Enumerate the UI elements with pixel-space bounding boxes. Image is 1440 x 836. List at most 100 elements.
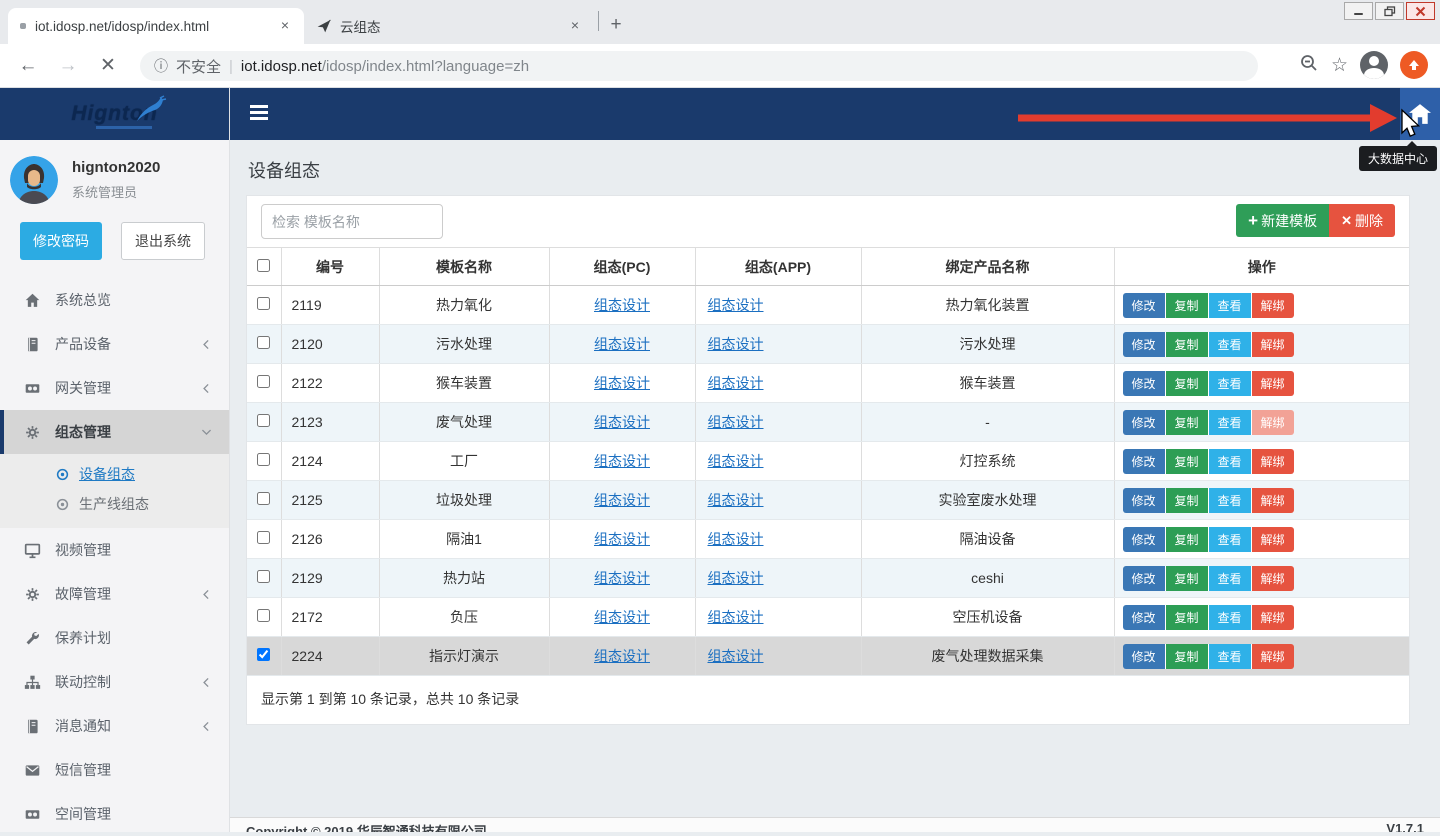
- row-checkbox[interactable]: [257, 609, 270, 622]
- row-checkbox[interactable]: [257, 492, 270, 505]
- row-checkbox[interactable]: [257, 336, 270, 349]
- edit-button[interactable]: 修改: [1123, 332, 1166, 357]
- unbind-button[interactable]: 解绑: [1252, 566, 1294, 591]
- browser-tab-current[interactable]: iot.idosp.net/idosp/index.html ×: [8, 8, 304, 44]
- extension-icon[interactable]: [1400, 51, 1428, 79]
- change-password-button[interactable]: 修改密码: [20, 222, 102, 260]
- edit-button[interactable]: 修改: [1123, 605, 1166, 630]
- sidebar-item-系统总览[interactable]: 系统总览: [0, 278, 229, 322]
- view-button[interactable]: 查看: [1209, 449, 1252, 474]
- edit-button[interactable]: 修改: [1123, 527, 1166, 552]
- edit-button[interactable]: 修改: [1123, 488, 1166, 513]
- pc-config-link[interactable]: 组态设计: [594, 414, 650, 430]
- sidebar-toggle-icon[interactable]: [250, 105, 268, 123]
- copy-button[interactable]: 复制: [1166, 527, 1209, 552]
- app-config-link[interactable]: 组态设计: [708, 609, 764, 625]
- copy-button[interactable]: 复制: [1166, 566, 1209, 591]
- template-search-input[interactable]: [261, 204, 443, 239]
- forward-button[interactable]: →: [56, 54, 80, 78]
- tab-close-icon[interactable]: ×: [276, 17, 294, 35]
- pc-config-link[interactable]: 组态设计: [594, 531, 650, 547]
- app-config-link[interactable]: 组态设计: [708, 375, 764, 391]
- view-button[interactable]: 查看: [1209, 527, 1252, 552]
- app-config-link[interactable]: 组态设计: [708, 453, 764, 469]
- submenu-item-生产线组态[interactable]: 生产线组态: [0, 489, 229, 519]
- edit-button[interactable]: 修改: [1123, 449, 1166, 474]
- copy-button[interactable]: 复制: [1166, 605, 1209, 630]
- sidebar-item-网关管理[interactable]: 网关管理: [0, 366, 229, 410]
- sidebar-item-故障管理[interactable]: 故障管理: [0, 572, 229, 616]
- window-restore-button[interactable]: [1375, 2, 1404, 20]
- window-minimize-button[interactable]: [1344, 2, 1373, 20]
- app-config-link[interactable]: 组态设计: [708, 336, 764, 352]
- view-button[interactable]: 查看: [1209, 371, 1252, 396]
- row-checkbox[interactable]: [257, 648, 270, 661]
- unbind-button[interactable]: 解绑: [1252, 488, 1294, 513]
- row-checkbox[interactable]: [257, 531, 270, 544]
- sidebar-item-空间管理[interactable]: 空间管理: [0, 792, 229, 836]
- pc-config-link[interactable]: 组态设计: [594, 648, 650, 664]
- unbind-button[interactable]: 解绑: [1252, 527, 1294, 552]
- row-checkbox[interactable]: [257, 570, 270, 583]
- view-button[interactable]: 查看: [1209, 293, 1252, 318]
- view-button[interactable]: 查看: [1209, 566, 1252, 591]
- logout-button[interactable]: 退出系统: [121, 222, 205, 260]
- pc-config-link[interactable]: 组态设计: [594, 336, 650, 352]
- sidebar-item-保养计划[interactable]: 保养计划: [0, 616, 229, 660]
- pc-config-link[interactable]: 组态设计: [594, 609, 650, 625]
- address-bar[interactable]: ⓘ 不安全 | iot.idosp.net /idosp/index.html?…: [140, 51, 1258, 81]
- app-config-link[interactable]: 组态设计: [708, 414, 764, 430]
- app-config-link[interactable]: 组态设计: [708, 492, 764, 508]
- new-template-button[interactable]: + 新建模板: [1236, 204, 1329, 237]
- view-button[interactable]: 查看: [1209, 644, 1252, 669]
- pc-config-link[interactable]: 组态设计: [594, 492, 650, 508]
- select-all-checkbox[interactable]: [257, 259, 270, 272]
- copy-button[interactable]: 复制: [1166, 371, 1209, 396]
- row-checkbox[interactable]: [257, 297, 270, 310]
- copy-button[interactable]: 复制: [1166, 488, 1209, 513]
- pc-config-link[interactable]: 组态设计: [594, 453, 650, 469]
- delete-button[interactable]: ✕ 删除: [1329, 204, 1395, 237]
- unbind-button[interactable]: 解绑: [1252, 371, 1294, 396]
- browser-tab-cloud-scada[interactable]: 云组态 ×: [304, 8, 594, 44]
- edit-button[interactable]: 修改: [1123, 293, 1166, 318]
- browser-profile-icon[interactable]: [1360, 51, 1388, 79]
- sidebar-item-组态管理[interactable]: 组态管理: [0, 410, 229, 454]
- row-checkbox[interactable]: [257, 375, 270, 388]
- edit-button[interactable]: 修改: [1123, 410, 1166, 435]
- bookmark-star-icon[interactable]: ☆: [1331, 54, 1348, 77]
- sidebar-item-联动控制[interactable]: 联动控制: [0, 660, 229, 704]
- unbind-button[interactable]: 解绑: [1252, 644, 1294, 669]
- sidebar-item-短信管理[interactable]: 短信管理: [0, 748, 229, 792]
- edit-button[interactable]: 修改: [1123, 644, 1166, 669]
- app-config-link[interactable]: 组态设计: [708, 570, 764, 586]
- stop-loading-button[interactable]: ✕: [96, 54, 120, 78]
- copy-button[interactable]: 复制: [1166, 644, 1209, 669]
- big-data-center-home-button[interactable]: [1400, 88, 1440, 140]
- view-button[interactable]: 查看: [1209, 410, 1252, 435]
- app-config-link[interactable]: 组态设计: [708, 531, 764, 547]
- view-button[interactable]: 查看: [1209, 605, 1252, 630]
- view-button[interactable]: 查看: [1209, 488, 1252, 513]
- view-button[interactable]: 查看: [1209, 332, 1252, 357]
- zoom-indicator-icon[interactable]: [1299, 53, 1319, 78]
- edit-button[interactable]: 修改: [1123, 371, 1166, 396]
- unbind-button[interactable]: 解绑: [1252, 332, 1294, 357]
- sidebar-item-产品设备[interactable]: 产品设备: [0, 322, 229, 366]
- app-config-link[interactable]: 组态设计: [708, 648, 764, 664]
- sidebar-item-消息通知[interactable]: 消息通知: [0, 704, 229, 748]
- new-tab-button[interactable]: +: [603, 13, 629, 39]
- page-info-icon[interactable]: ⓘ: [154, 56, 168, 76]
- unbind-button[interactable]: 解绑: [1252, 293, 1294, 318]
- unbind-button[interactable]: 解绑: [1252, 449, 1294, 474]
- copy-button[interactable]: 复制: [1166, 293, 1209, 318]
- sidebar-item-视频管理[interactable]: 视频管理: [0, 528, 229, 572]
- pc-config-link[interactable]: 组态设计: [594, 375, 650, 391]
- copy-button[interactable]: 复制: [1166, 449, 1209, 474]
- copy-button[interactable]: 复制: [1166, 410, 1209, 435]
- copy-button[interactable]: 复制: [1166, 332, 1209, 357]
- app-config-link[interactable]: 组态设计: [708, 297, 764, 313]
- row-checkbox[interactable]: [257, 414, 270, 427]
- unbind-button[interactable]: 解绑: [1252, 605, 1294, 630]
- submenu-item-设备组态[interactable]: 设备组态: [0, 459, 229, 489]
